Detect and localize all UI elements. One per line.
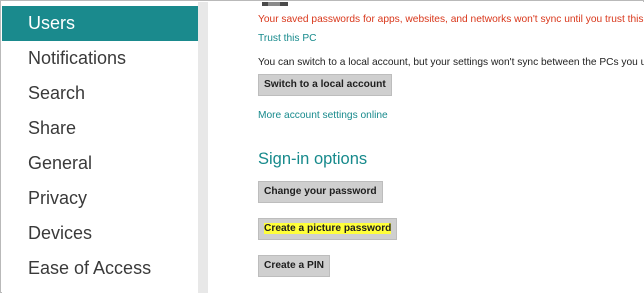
sidebar-item-ease-of-access[interactable]: Ease of Access	[2, 251, 198, 286]
change-password-button[interactable]: Change your password	[258, 181, 383, 203]
create-picture-password-button[interactable]: Create a picture password	[258, 218, 398, 240]
sidebar-item-search[interactable]: Search	[2, 76, 198, 111]
switch-to-local-account-button[interactable]: Switch to a local account	[258, 74, 392, 96]
local-account-info-text: You can switch to a local account, but y…	[258, 57, 644, 68]
sidebar-item-privacy[interactable]: Privacy	[2, 181, 198, 216]
create-pin-button[interactable]: Create a PIN	[258, 255, 331, 277]
sidebar-item-notifications[interactable]: Notifications	[2, 41, 198, 76]
account-picture	[262, 2, 288, 6]
sidebar-item-share[interactable]: Share	[2, 111, 198, 146]
sidebar-item-devices[interactable]: Devices	[2, 216, 198, 251]
sidebar-item-users[interactable]: Users	[2, 6, 198, 41]
picture-password-label: Create a picture password	[264, 223, 392, 234]
users-content-pane: Your saved passwords for apps, websites,…	[208, 2, 644, 293]
sync-warning-text: Your saved passwords for apps, websites,…	[258, 14, 644, 25]
settings-window: Users Notifications Search Share General…	[0, 0, 644, 293]
pane-divider	[198, 2, 208, 293]
more-account-settings-link[interactable]: More account settings online	[258, 110, 388, 121]
sidebar-item-general[interactable]: General	[2, 146, 198, 181]
settings-sidebar: Users Notifications Search Share General…	[2, 2, 198, 293]
sign-in-options-heading: Sign-in options	[258, 150, 368, 168]
trust-this-pc-link[interactable]: Trust this PC	[258, 33, 317, 44]
